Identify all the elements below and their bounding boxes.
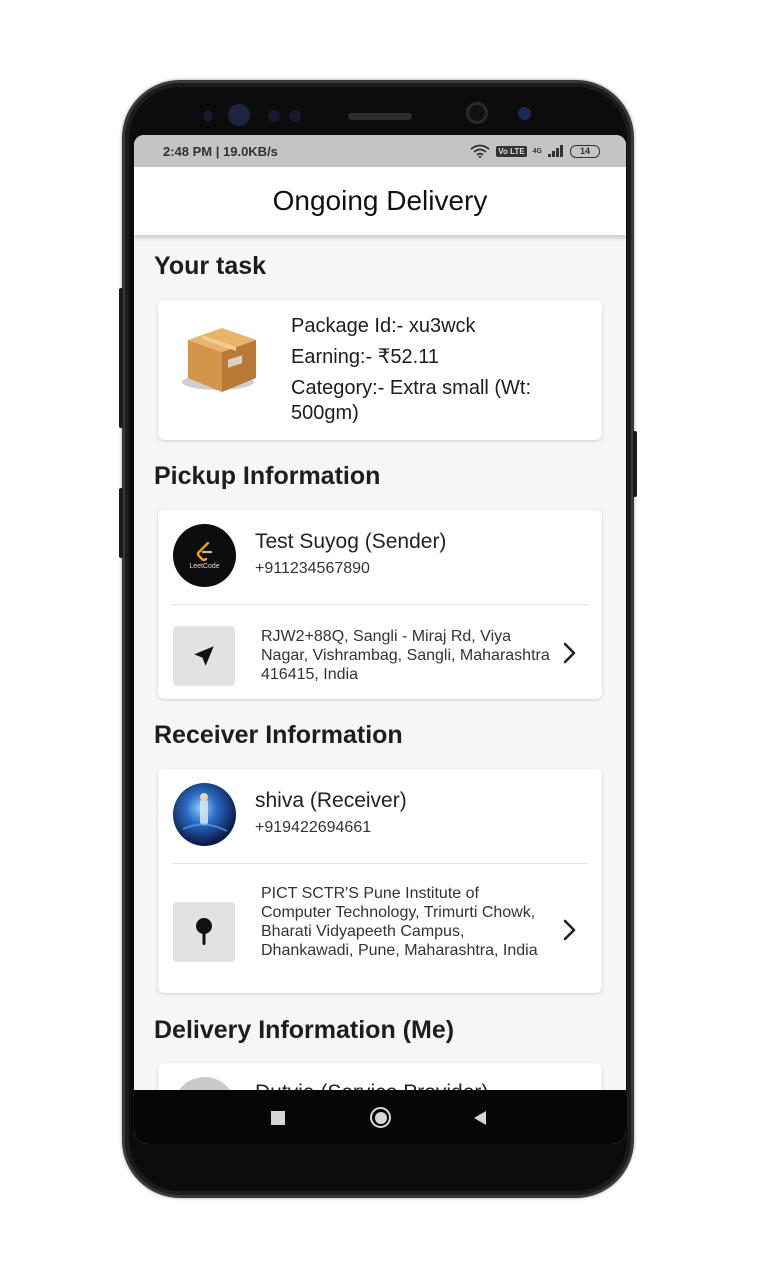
package-id: Package Id:- xu3wck [291, 315, 476, 337]
receiver-photo [182, 793, 228, 832]
delivery-name: Dutvia (Service Provider) [255, 1081, 488, 1090]
delivery-heading: Delivery Information (Me) [154, 1016, 455, 1044]
sender-name: Test Suyog (Sender) [255, 530, 447, 553]
front-sensor [228, 104, 250, 126]
chevron-right-icon[interactable] [557, 641, 581, 665]
sender-avatar: LeetCode [173, 524, 236, 587]
status-time: 2:48 PM | 19.0KB/s [163, 144, 278, 159]
system-nav-bar [134, 1090, 626, 1144]
chevron-right-icon[interactable] [557, 918, 581, 942]
receiver-heading: Receiver Information [154, 721, 403, 749]
bixby-button [119, 488, 123, 558]
task-card: Package Id:- xu3wck Earning:- ₹52.11 Cat… [158, 300, 602, 440]
avatar-label: LeetCode [189, 563, 220, 570]
task-details: Package Id:- xu3wck Earning:- ₹52.11 Cat… [291, 314, 581, 426]
power-button [633, 431, 637, 497]
home-button[interactable] [370, 1107, 391, 1128]
battery-icon: 14 [570, 144, 600, 158]
package-box-icon [182, 328, 256, 392]
task-heading: Your task [154, 252, 267, 280]
pickup-heading: Pickup Information [154, 462, 381, 490]
delivery-avatar [173, 1077, 236, 1090]
pickup-card: LeetCode Test Suyog (Sender) +9112345678… [158, 510, 602, 699]
phone-frame: 2:48 PM | 19.0KB/s Vo LTE 4G 14 Ongoing … [119, 80, 637, 1198]
earpiece-speaker [348, 113, 412, 120]
volume-button [119, 288, 123, 428]
status-bar: 2:48 PM | 19.0KB/s Vo LTE 4G 14 [134, 135, 626, 167]
earning: Earning:- ₹52.11 [291, 346, 439, 368]
sensor-dot [268, 110, 280, 122]
app-bar: Ongoing Delivery [134, 167, 626, 235]
receiver-location-box [173, 902, 235, 962]
receiver-address-row[interactable]: PICT SCTR'S Pune Institute of Computer T… [158, 864, 602, 993]
iris-sensor [518, 107, 531, 120]
battery-level: 14 [579, 145, 590, 156]
delivery-card: Dutvia (Service Provider) [158, 1063, 602, 1090]
volte-badge: Vo LTE [496, 145, 527, 157]
recent-apps-button[interactable] [271, 1111, 285, 1125]
receiver-name: shiva (Receiver) [255, 789, 407, 812]
front-camera [466, 102, 488, 124]
receiver-avatar [173, 783, 236, 846]
receiver-address: PICT SCTR'S Pune Institute of Computer T… [261, 885, 538, 959]
sensor-dot [203, 111, 213, 121]
scroll-content[interactable]: Your task Package Id:- xu3wck Earning:- … [134, 235, 626, 1090]
home-dot [374, 1111, 387, 1124]
sender-phone[interactable]: +911234567890 [255, 560, 370, 578]
screen: 2:48 PM | 19.0KB/s Vo LTE 4G 14 Ongoing … [134, 135, 626, 1144]
back-button[interactable] [473, 1110, 487, 1126]
wifi-icon [470, 144, 490, 158]
receiver-card: shiva (Receiver) +919422694661 PICT SCTR… [158, 769, 602, 993]
sensor-dot [289, 110, 301, 122]
pickup-address: RJW2+88Q, Sangli - Miraj Rd, Viya Nagar,… [261, 628, 550, 683]
signal-icon [548, 145, 563, 157]
pickup-address-row[interactable]: RJW2+88Q, Sangli - Miraj Rd, Viya Nagar,… [158, 605, 602, 699]
map-pin-icon [196, 918, 212, 945]
category: Category:- Extra small (Wt: 500gm) [291, 377, 532, 424]
network-type: 4G [532, 147, 542, 155]
page-title: Ongoing Delivery [272, 185, 488, 216]
receiver-phone[interactable]: +919422694661 [255, 819, 371, 837]
status-icons: Vo LTE 4G 14 [470, 144, 600, 158]
pickup-location-box [173, 626, 235, 686]
leetcode-logo-icon [196, 541, 212, 561]
navigation-arrow-icon [194, 646, 214, 666]
